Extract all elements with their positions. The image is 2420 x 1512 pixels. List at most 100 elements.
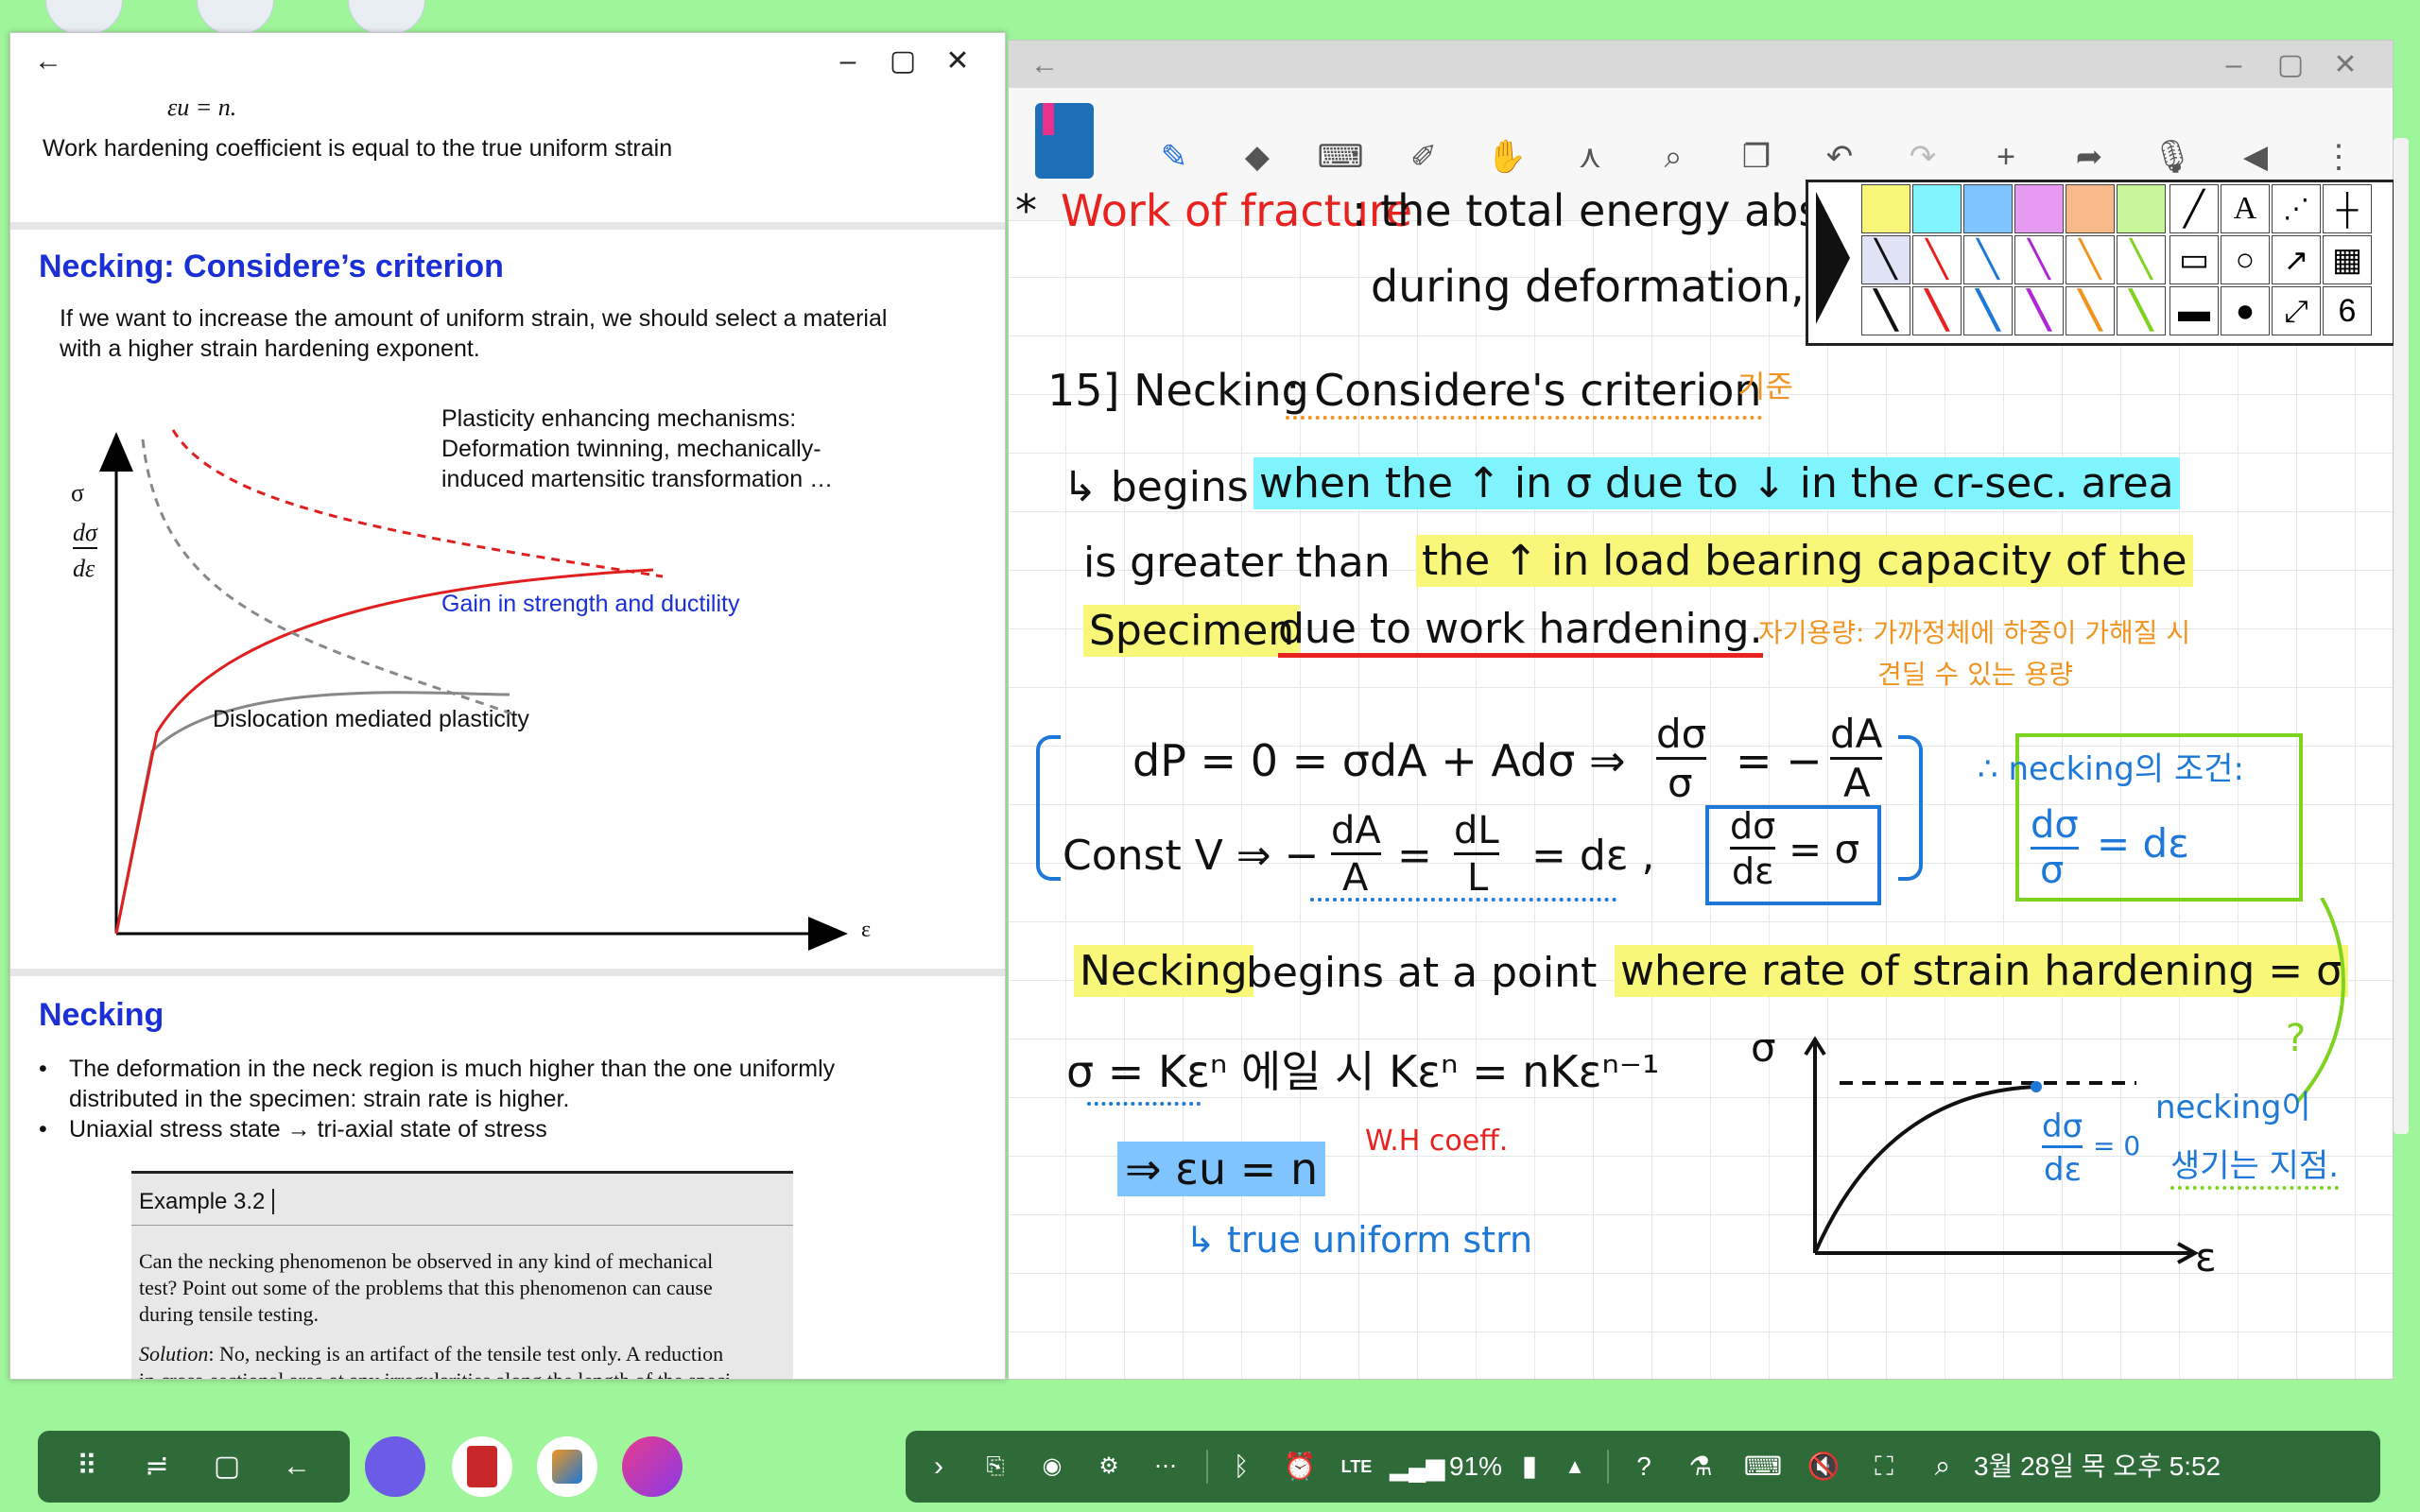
close-icon[interactable]: ✕: [939, 43, 977, 80]
browser-app-icon[interactable]: [365, 1436, 425, 1497]
pages-icon[interactable]: ❐: [1733, 133, 1780, 180]
pen-purple-thick[interactable]: ╲: [2014, 286, 2064, 335]
pen-black-thin[interactable]: ╲: [1861, 235, 1910, 284]
filled-circle-icon[interactable]: ●: [2221, 286, 2270, 335]
home-icon[interactable]: ▢: [199, 1431, 255, 1503]
redo-icon[interactable]: ↷: [1899, 133, 1946, 180]
help-icon[interactable]: ?: [1620, 1431, 1668, 1503]
desktop-app-icon[interactable]: [348, 0, 425, 35]
screenshot-icon[interactable]: ⛶: [1860, 1431, 1908, 1503]
note-line: due to work hardening.: [1278, 605, 1763, 658]
pen-black-thick[interactable]: ╲: [1861, 286, 1910, 335]
back-icon[interactable]: ←: [268, 1431, 325, 1503]
graph-necking-note: 생기는 지점.: [2170, 1140, 2340, 1190]
apps-grid-icon[interactable]: ⠿: [59, 1431, 115, 1503]
pen-orange-thick[interactable]: ╲: [2066, 286, 2115, 335]
desktop-app-icon[interactable]: [45, 0, 123, 35]
more-icon[interactable]: ⋯: [1142, 1431, 1189, 1503]
minimize-icon[interactable]: –: [829, 43, 867, 80]
equation-line: = σ: [1789, 826, 1860, 872]
speaker-icon[interactable]: ◀: [2232, 133, 2279, 180]
highlighter-blue[interactable]: [1963, 184, 2013, 233]
lasso-icon[interactable]: ⋏: [1566, 133, 1614, 180]
notebook-icon[interactable]: [1035, 103, 1094, 179]
caret-up-icon[interactable]: ▲: [1556, 1431, 1594, 1503]
notification-icon[interactable]: ◉: [1028, 1431, 1076, 1503]
microphone-icon[interactable]: 🎙: [2149, 133, 2196, 180]
back-arrow-icon[interactable]: ←: [1026, 46, 1063, 84]
back-arrow-icon[interactable]: ←: [29, 43, 67, 80]
count-value[interactable]: 6: [2323, 286, 2372, 335]
close-icon[interactable]: ✕: [2326, 46, 2364, 84]
pen-red-thick[interactable]: ╲: [1912, 286, 1962, 335]
highlighter-cyan[interactable]: [1912, 184, 1962, 233]
search-icon[interactable]: ⌕: [1650, 133, 1697, 180]
settings-icon[interactable]: ⚙: [1085, 1431, 1132, 1503]
arrow-icon[interactable]: ↗: [2272, 235, 2321, 284]
highlighter-yellow[interactable]: [1861, 184, 1910, 233]
plot-ylabel-num: dσ: [73, 519, 97, 549]
alarm-icon[interactable]: ⏰: [1276, 1431, 1323, 1503]
share-icon[interactable]: ➦: [2066, 133, 2113, 180]
equation-frac-den: A: [1843, 760, 1871, 806]
add-icon[interactable]: +: [1982, 133, 2030, 180]
undo-icon[interactable]: ↶: [1816, 133, 1863, 180]
filled-rectangle-icon[interactable]: ▬: [2169, 286, 2219, 335]
notebook-app-icon[interactable]: [452, 1436, 512, 1497]
highlighter-orange[interactable]: [2066, 184, 2115, 233]
clock-datetime[interactable]: 3월 28일 목 오후 5:52: [1974, 1431, 2257, 1503]
plot-xlabel: ε: [861, 918, 872, 942]
axes-icon[interactable]: ┼: [2323, 184, 2372, 233]
maximize-icon[interactable]: ▢: [884, 43, 922, 80]
pen-green-thin[interactable]: ╲: [2117, 235, 2166, 284]
note-highlight-cyan: when the ↑ in σ due to ↓ in the cr-sec. …: [1253, 457, 2180, 509]
hand-icon[interactable]: ✋: [1483, 133, 1530, 180]
expand-icon[interactable]: ›: [915, 1431, 962, 1503]
highlighter-green[interactable]: [2117, 184, 2166, 233]
circle-icon[interactable]: ○: [2221, 235, 2270, 284]
store-app-icon[interactable]: [622, 1436, 683, 1497]
pen-orange-thin[interactable]: ╲: [2066, 235, 2115, 284]
recents-icon[interactable]: ≓: [129, 1431, 185, 1503]
window-titlebar: ← – ▢ ✕: [10, 33, 1005, 86]
text-tool-icon[interactable]: A: [2221, 184, 2270, 233]
battery-icon: ▮: [1521, 1451, 1538, 1482]
more-icon[interactable]: ⋮: [2315, 133, 2362, 180]
pen-purple-thin[interactable]: ╲: [2014, 235, 2064, 284]
office-app-icon[interactable]: [537, 1436, 597, 1497]
pen-red-thin[interactable]: ╲: [1912, 235, 1962, 284]
highlighter-icon[interactable]: ✐: [1400, 133, 1447, 180]
desktop-app-icon[interactable]: [197, 0, 274, 35]
condition-label: ∴ necking의 조건:: [1978, 750, 2244, 788]
eraser-icon[interactable]: ◆: [1234, 133, 1281, 180]
formula-eu-n: εu = n.: [167, 94, 237, 121]
maximize-icon[interactable]: ▢: [2272, 46, 2309, 84]
palette-collapse-icon[interactable]: [1816, 192, 1850, 324]
line-tool-icon[interactable]: ╱: [2169, 184, 2219, 233]
keyboard-icon[interactable]: ⌨: [1317, 133, 1364, 180]
hand-drawn-graph: [1804, 1036, 2200, 1264]
signal-icon: ▂▄▆: [1390, 1452, 1445, 1481]
clipboard-icon[interactable]: ⎘: [972, 1431, 1019, 1503]
flask-icon[interactable]: ⚗: [1677, 1431, 1724, 1503]
dashed-line-icon[interactable]: ⋰: [2272, 184, 2321, 233]
pen-blue-thick[interactable]: ╲: [1963, 286, 2013, 335]
minimize-icon[interactable]: –: [2215, 46, 2253, 84]
equation-line: = −: [1736, 735, 1823, 786]
search-icon[interactable]: ⌕: [1919, 1431, 1966, 1503]
pen-tool-icon[interactable]: ✎: [1150, 133, 1198, 180]
highlighter-purple[interactable]: [2014, 184, 2064, 233]
rectangle-icon[interactable]: ▭: [2169, 235, 2219, 284]
slide-divider: [10, 222, 1005, 230]
table-icon[interactable]: ▦: [2323, 235, 2372, 284]
pen-green-thick[interactable]: ╲: [2117, 286, 2166, 335]
double-arrow-icon[interactable]: ⤢: [2272, 286, 2321, 335]
mute-icon[interactable]: 🔇: [1800, 1431, 1847, 1503]
equation-frac-num: dA: [1331, 809, 1381, 855]
scroll-handle[interactable]: [2394, 138, 2409, 1134]
bullet-dot: •: [39, 1116, 47, 1143]
pen-blue-thin[interactable]: ╲: [1963, 235, 2013, 284]
bluetooth-icon[interactable]: ᛒ: [1218, 1431, 1265, 1503]
green-curve-bracket: [2295, 898, 2345, 1104]
keyboard-icon[interactable]: ⌨: [1739, 1431, 1787, 1503]
